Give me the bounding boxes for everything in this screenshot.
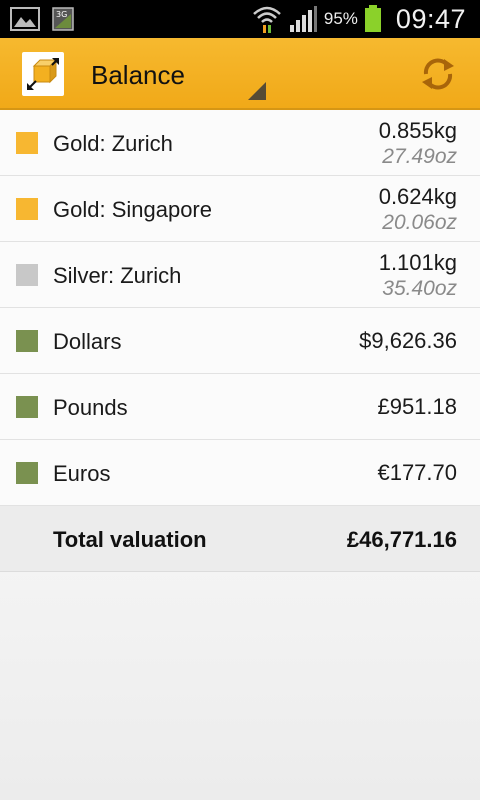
wifi-icon bbox=[253, 6, 281, 33]
item-label: Euros bbox=[53, 461, 111, 486]
total-label: Total valuation bbox=[53, 527, 207, 552]
status-right-icons: 95% 09:47 bbox=[252, 0, 466, 38]
item-label: Dollars bbox=[53, 329, 122, 354]
item-value: $9,626.36 bbox=[359, 328, 457, 353]
item-label: Pounds bbox=[53, 395, 128, 420]
item-subvalue: 20.06oz bbox=[382, 211, 457, 234]
svg-text:3G: 3G bbox=[56, 10, 67, 19]
color-swatch bbox=[16, 462, 38, 484]
refresh-icon bbox=[422, 58, 454, 90]
color-swatch bbox=[16, 396, 38, 418]
clock: 09:47 bbox=[395, 3, 466, 34]
color-swatch bbox=[16, 330, 38, 352]
status-left-icons: 3G bbox=[10, 6, 74, 32]
dropdown-indicator-icon[interactable] bbox=[248, 82, 266, 100]
network-3g-notification-icon: 3G bbox=[52, 7, 74, 31]
item-label: Gold: Singapore bbox=[53, 197, 212, 222]
list-item[interactable]: Euros €177.70 bbox=[0, 440, 480, 506]
refresh-button[interactable] bbox=[418, 54, 458, 94]
total-value: £46,771.16 bbox=[346, 527, 457, 552]
total-row: Total valuation £46,771.16 bbox=[0, 506, 480, 572]
item-subvalue: 27.49oz bbox=[382, 145, 457, 168]
gallery-notification-icon bbox=[10, 7, 40, 31]
app-bar: Balance bbox=[0, 38, 480, 110]
item-value: €177.70 bbox=[377, 460, 457, 485]
list-item[interactable]: Pounds £951.18 bbox=[0, 374, 480, 440]
battery-icon bbox=[364, 5, 381, 32]
list-item[interactable]: Gold: Zurich 0.855kg 27.49oz bbox=[0, 110, 480, 176]
list-item[interactable]: Dollars $9,626.36 bbox=[0, 308, 480, 374]
app-logo-icon[interactable] bbox=[22, 52, 64, 96]
page-title[interactable]: Balance bbox=[91, 60, 185, 91]
item-value: 0.624kg bbox=[378, 184, 457, 209]
status-bar: 3G 95% 09:47 bbox=[0, 0, 480, 38]
list-item[interactable]: Silver: Zurich 1.101kg 35.40oz bbox=[0, 242, 480, 308]
color-swatch bbox=[16, 198, 38, 220]
item-value: 1.101kg bbox=[378, 250, 457, 275]
signal-strength-icon bbox=[289, 6, 317, 32]
item-subvalue: 35.40oz bbox=[382, 277, 457, 300]
item-label: Gold: Zurich bbox=[53, 131, 173, 156]
list-item[interactable]: Gold: Singapore 0.624kg 20.06oz bbox=[0, 176, 480, 242]
battery-percentage: 95% bbox=[323, 9, 358, 28]
item-label: Silver: Zurich bbox=[53, 263, 182, 288]
item-value: 0.855kg bbox=[378, 118, 457, 143]
balance-list: Gold: Zurich 0.855kg 27.49oz Gold: Singa… bbox=[0, 110, 480, 572]
color-swatch bbox=[16, 132, 38, 154]
color-swatch bbox=[16, 264, 38, 286]
item-value: £951.18 bbox=[377, 394, 457, 419]
